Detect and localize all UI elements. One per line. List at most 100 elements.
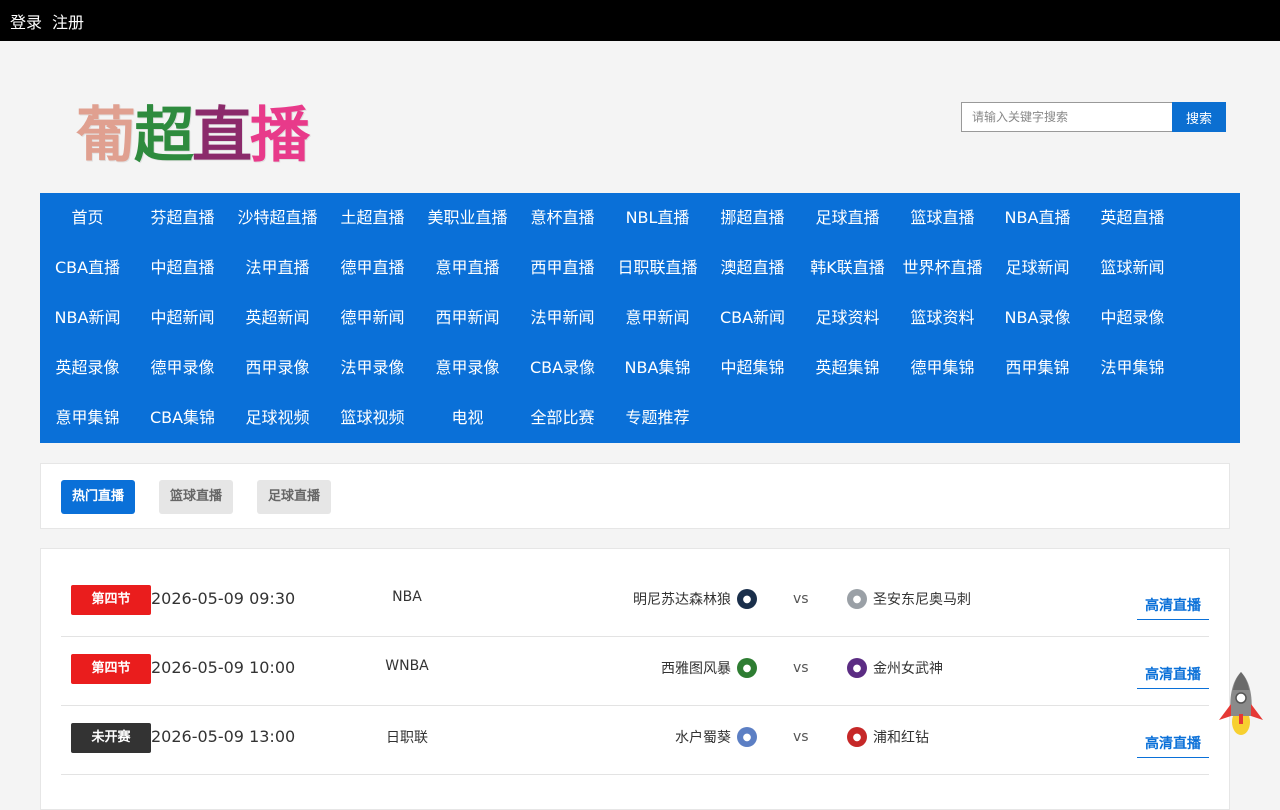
nav-item[interactable]: 土超直播 [325,193,420,243]
nav-item[interactable]: 西甲集锦 [990,343,1085,393]
match-league[interactable]: WNBA [357,658,457,674]
match-list: 第四节 2026-05-09 09:30 NBA 明尼苏达森林狼 ● vs ● 圣安东尼奥马刺… [40,548,1230,810]
away-team[interactable]: ● 浦和红钻 [847,727,929,747]
nav-item[interactable]: 中超新闻 [135,293,230,343]
nav-item[interactable]: 德甲新闻 [325,293,420,343]
nav-item[interactable]: NBA新闻 [40,293,135,343]
nav-item[interactable]: 法甲直播 [230,243,325,293]
site-logo[interactable]: 葡超直播 [76,87,310,174]
nav-item[interactable]: NBA录像 [990,293,1085,343]
nav-item[interactable]: 日职联直播 [610,243,705,293]
nav-item[interactable]: 英超集锦 [800,343,895,393]
nav-item[interactable]: 意甲新闻 [610,293,705,343]
nav-item[interactable]: 足球新闻 [990,243,1085,293]
logo-char: 直 [192,101,252,171]
match-row[interactable]: 第四节 2026-05-09 09:30 NBA 明尼苏达森林狼 ● vs ● 圣安东尼奥马刺… [61,567,1209,637]
home-team[interactable]: 西雅图风暴 ● [661,658,757,678]
nav-item[interactable]: 德甲集锦 [895,343,990,393]
nav-item[interactable]: 挪超直播 [705,193,800,243]
tab-basketball-live[interactable]: 篮球直播 [159,480,234,514]
valkyries-logo-icon: ● [847,658,867,678]
nav-item[interactable]: 意杯直播 [515,193,610,243]
nav-item[interactable]: 西甲新闻 [420,293,515,343]
home-team-name: 水户蜀葵 [675,730,731,746]
wolf-logo-icon: ● [737,589,757,609]
nav-item[interactable]: 英超新闻 [230,293,325,343]
nav-item[interactable]: CBA新闻 [705,293,800,343]
match-status-badge: 第四节 [71,585,151,615]
nav-item[interactable]: 法甲录像 [325,343,420,393]
away-team[interactable]: ● 圣安东尼奥马刺 [847,589,971,609]
nav-item[interactable]: 意甲集锦 [40,393,135,443]
nav-item[interactable]: 西甲直播 [515,243,610,293]
tab-hot-live[interactable]: 热门直播 [61,480,136,514]
hd-live-link[interactable]: 高清直播 [1137,664,1209,689]
match-status-badge: 第四节 [71,654,151,684]
nav-item[interactable]: 澳超直播 [705,243,800,293]
nav-item[interactable]: 中超录像 [1085,293,1180,343]
nav-item[interactable]: 德甲直播 [325,243,420,293]
home-team-name: 西雅图风暴 [661,661,731,677]
nav-item[interactable]: 全部比赛 [515,393,610,443]
back-to-top-rocket-icon[interactable] [1217,670,1265,736]
nav-item[interactable]: 西甲录像 [230,343,325,393]
match-league[interactable]: NBA [357,589,457,605]
nav-item[interactable]: 篮球视频 [325,393,420,443]
nav-item[interactable]: 韩K联直播 [800,243,895,293]
match-time: 2026-05-09 10:00 [151,658,296,677]
nav-item[interactable]: 专题推荐 [610,393,705,443]
nav-item[interactable]: CBA直播 [40,243,135,293]
nav-item[interactable]: NBA集锦 [610,343,705,393]
away-team-name: 浦和红钻 [873,730,929,746]
versus-label: vs [793,591,809,607]
nav-item[interactable]: 德甲录像 [135,343,230,393]
nav-item[interactable]: CBA集锦 [135,393,230,443]
hollyhock-logo-icon: ● [737,727,757,747]
register-link[interactable]: 注册 [52,9,84,33]
nav-item[interactable]: 中超直播 [135,243,230,293]
match-time: 2026-05-09 09:30 [151,589,296,608]
nav-item[interactable]: 美职业直播 [420,193,515,243]
search-input[interactable] [961,102,1172,132]
home-team[interactable]: 水户蜀葵 ● [675,727,757,747]
away-team[interactable]: ● 金州女武神 [847,658,943,678]
nav-item[interactable]: 篮球资料 [895,293,990,343]
nav-item[interactable]: 英超录像 [40,343,135,393]
nav-item[interactable]: 中超集锦 [705,343,800,393]
logo-char: 播 [250,101,310,171]
nav-item[interactable]: 英超直播 [1085,193,1180,243]
nav-item[interactable]: 法甲集锦 [1085,343,1180,393]
nav-item[interactable]: CBA录像 [515,343,610,393]
login-link[interactable]: 登录 [10,9,42,33]
nav-item[interactable]: 意甲录像 [420,343,515,393]
nav-item[interactable]: 电视 [420,393,515,443]
nav-item[interactable]: 足球直播 [800,193,895,243]
match-status-badge: 未开赛 [71,723,151,753]
nav-item[interactable]: 沙特超直播 [230,193,325,243]
main-nav: 首页 芬超直播 沙特超直播 土超直播 美职业直播 意杯直播 NBL直播 挪超直播 足球直播 篮球直… [40,193,1240,443]
nav-item[interactable]: 首页 [40,193,135,243]
nav-item[interactable]: 世界杯直播 [895,243,990,293]
nav-item[interactable]: 法甲新闻 [515,293,610,343]
nav-item[interactable]: 意甲直播 [420,243,515,293]
spurs-logo-icon: ● [847,589,867,609]
nav-item[interactable]: NBL直播 [610,193,705,243]
hd-live-link[interactable]: 高清直播 [1137,733,1209,758]
tab-football-live[interactable]: 足球直播 [257,480,332,514]
home-team[interactable]: 明尼苏达森林狼 ● [633,589,757,609]
search-form: 搜索 [961,102,1226,132]
nav-item[interactable]: 篮球直播 [895,193,990,243]
storm-logo-icon: ● [737,658,757,678]
match-league[interactable]: 日职联 [357,727,457,747]
home-team-name: 明尼苏达森林狼 [633,592,731,608]
match-row[interactable]: 未开赛 2026-05-09 13:00 日职联 水户蜀葵 ● vs ● 浦和红钻 高清直播 [61,705,1209,775]
nav-item[interactable]: 芬超直播 [135,193,230,243]
match-row[interactable]: 第四节 2026-05-09 10:00 WNBA 西雅图风暴 ● vs ● 金州女武神 高清直… [61,636,1209,706]
hd-live-link[interactable]: 高清直播 [1137,595,1209,620]
nav-item[interactable]: 足球视频 [230,393,325,443]
nav-item[interactable]: 足球资料 [800,293,895,343]
nav-item[interactable]: 篮球新闻 [1085,243,1180,293]
nav-item[interactable]: NBA直播 [990,193,1085,243]
search-button[interactable]: 搜索 [1172,102,1226,132]
away-team-name: 圣安东尼奥马刺 [873,592,971,608]
